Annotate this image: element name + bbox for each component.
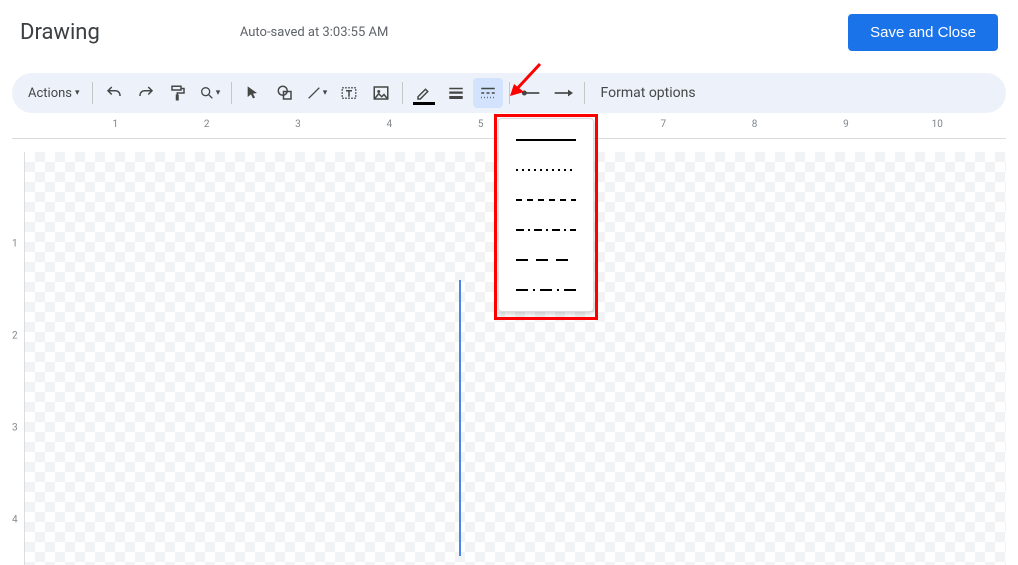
format-options-button[interactable]: Format options [591, 81, 706, 105]
ruler-label: 3 [295, 119, 301, 130]
undo-icon [105, 84, 123, 102]
chevron-down-icon: ▾ [75, 88, 80, 98]
ruler-label: 7 [660, 119, 666, 130]
paint-format-button[interactable] [163, 78, 193, 108]
line-dash-icon [479, 84, 497, 102]
dash-option-dashed-long[interactable] [499, 245, 593, 275]
shape-tool-button[interactable] [270, 78, 300, 108]
save-and-close-button[interactable]: Save and Close [848, 14, 998, 51]
line-icon [306, 85, 322, 101]
dash-option-long-dash-dot[interactable] [499, 275, 593, 305]
ruler-label: 4 [386, 119, 392, 130]
text-box-button[interactable] [334, 78, 364, 108]
magnifier-icon [199, 85, 215, 101]
autosave-status: Auto-saved at 3:03:55 AM [240, 25, 389, 40]
cursor-icon [245, 85, 261, 101]
line-end-button[interactable] [548, 78, 578, 108]
border-dash-button[interactable] [473, 78, 503, 108]
border-dash-menu [498, 118, 594, 312]
dash-option-solid[interactable] [499, 125, 593, 155]
ruler-label: 5 [478, 119, 484, 130]
dash-option-dashed-short[interactable] [499, 185, 593, 215]
header-bar: Drawing Auto-saved at 3:03:55 AM Save an… [0, 0, 1018, 65]
undo-button[interactable] [99, 78, 129, 108]
dash-option-dash-dot[interactable] [499, 215, 593, 245]
redo-button[interactable] [131, 78, 161, 108]
actions-label: Actions [28, 86, 72, 101]
ruler-label: 1 [12, 239, 18, 250]
border-weight-button[interactable] [441, 78, 471, 108]
vertical-ruler: 1 2 3 4 [12, 152, 24, 565]
ruler-label: 4 [12, 515, 18, 526]
border-color-button[interactable] [409, 78, 439, 108]
toolbar: Actions ▾ ▾ ▾ [12, 73, 1006, 113]
ruler-label: 10 [932, 119, 943, 130]
image-icon [372, 84, 390, 102]
chevron-down-icon: ▾ [323, 88, 328, 98]
zoom-button[interactable]: ▾ [195, 78, 225, 108]
line-tool-button[interactable]: ▾ [302, 78, 332, 108]
line-start-button[interactable] [516, 78, 546, 108]
image-button[interactable] [366, 78, 396, 108]
line-start-icon [521, 88, 541, 98]
ruler-label: 9 [843, 119, 849, 130]
line-weight-icon [447, 84, 465, 102]
selected-line-shape[interactable] [459, 280, 461, 556]
line-end-icon [553, 88, 573, 98]
select-tool-button[interactable] [238, 78, 268, 108]
dash-option-dotted[interactable] [499, 155, 593, 185]
ruler-label: 3 [12, 423, 18, 434]
ruler-label: 8 [752, 119, 758, 130]
ruler-label: 2 [204, 119, 210, 130]
ruler-label: 2 [12, 331, 18, 342]
textbox-icon [340, 84, 358, 102]
chevron-down-icon: ▾ [216, 88, 221, 98]
shapes-icon [276, 84, 294, 102]
paint-roller-icon [169, 84, 187, 102]
app-title: Drawing [20, 20, 100, 45]
pencil-icon [415, 84, 433, 102]
redo-icon [137, 84, 155, 102]
actions-menu-button[interactable]: Actions ▾ [22, 82, 86, 105]
ruler-label: 1 [113, 119, 119, 130]
